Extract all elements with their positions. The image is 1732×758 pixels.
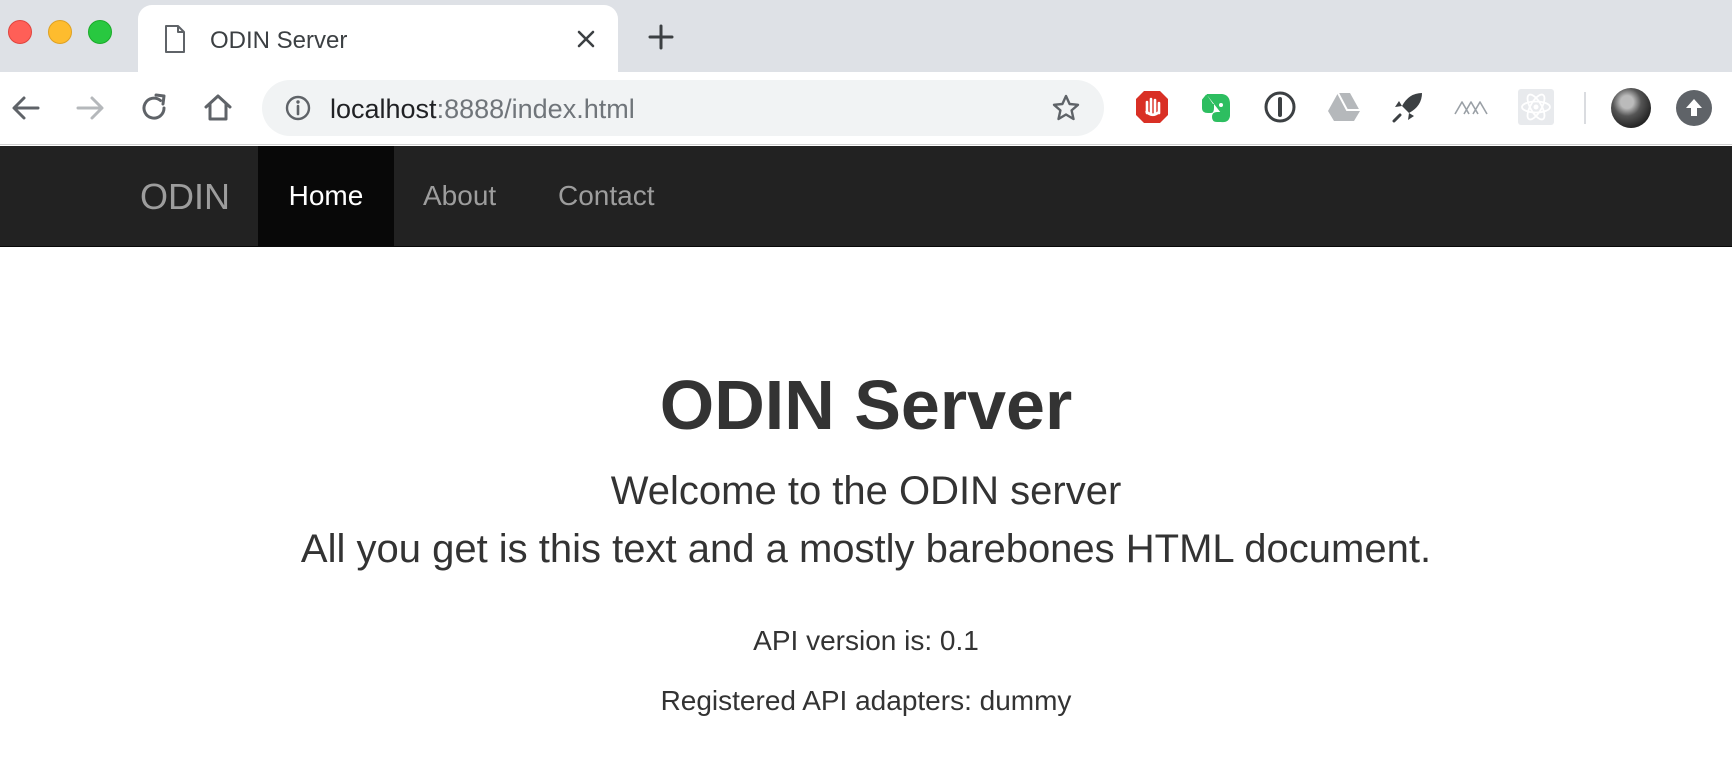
mountains-icon[interactable] [1453, 88, 1491, 126]
1password-icon[interactable] [1261, 88, 1299, 126]
adblock-hand-icon[interactable] [1133, 88, 1171, 126]
google-drive-icon[interactable] [1325, 88, 1363, 126]
window-close-button[interactable] [8, 20, 32, 44]
browser-tab[interactable]: ODIN Server [138, 5, 618, 72]
page-title: ODIN Server [659, 366, 1073, 444]
rocket-icon[interactable] [1389, 88, 1427, 126]
window-minimize-button[interactable] [48, 20, 72, 44]
nav-link-home[interactable]: Home [258, 146, 394, 246]
close-icon[interactable] [572, 25, 600, 53]
info-circle-icon[interactable] [284, 94, 312, 122]
avatar[interactable] [1611, 88, 1651, 128]
url-text[interactable]: localhost:8888/index.html [330, 94, 635, 125]
document-icon [165, 25, 185, 53]
toolbar-separator [1584, 92, 1586, 124]
browser-tab-strip: ODIN Server [0, 0, 1732, 72]
arrow-up-icon [1686, 99, 1702, 116]
description-text: All you get is this text and a mostly ba… [300, 527, 1432, 571]
reload-icon[interactable] [136, 90, 172, 126]
tab-title: ODIN Server [210, 27, 348, 54]
api-version-text: API version is: 0.1 [753, 625, 979, 656]
url-host: localhost [330, 94, 437, 124]
api-adapters-text: Registered API adapters: dummy [660, 685, 1072, 716]
welcome-text: Welcome to the ODIN server [610, 469, 1122, 513]
home-icon[interactable] [200, 90, 236, 126]
navbar-brand[interactable]: ODIN [140, 176, 230, 218]
window-maximize-button[interactable] [88, 20, 112, 44]
plus-icon[interactable] [646, 22, 676, 52]
arrow-left-icon[interactable] [8, 90, 44, 126]
address-bar[interactable]: localhost:8888/index.html [262, 80, 1104, 136]
evernote-elephant-icon[interactable] [1197, 88, 1235, 126]
nav-link-about[interactable]: About [423, 146, 496, 246]
react-atom-icon[interactable] [1517, 88, 1555, 126]
browser-toolbar: localhost:8888/index.html [0, 72, 1732, 145]
arrow-right-icon[interactable] [72, 90, 108, 126]
star-icon[interactable] [1051, 93, 1081, 123]
nav-link-contact[interactable]: Contact [558, 146, 655, 246]
url-path: :8888/index.html [436, 94, 635, 124]
update-button[interactable] [1676, 90, 1712, 126]
site-navbar: ODIN Home About Contact [0, 146, 1732, 247]
